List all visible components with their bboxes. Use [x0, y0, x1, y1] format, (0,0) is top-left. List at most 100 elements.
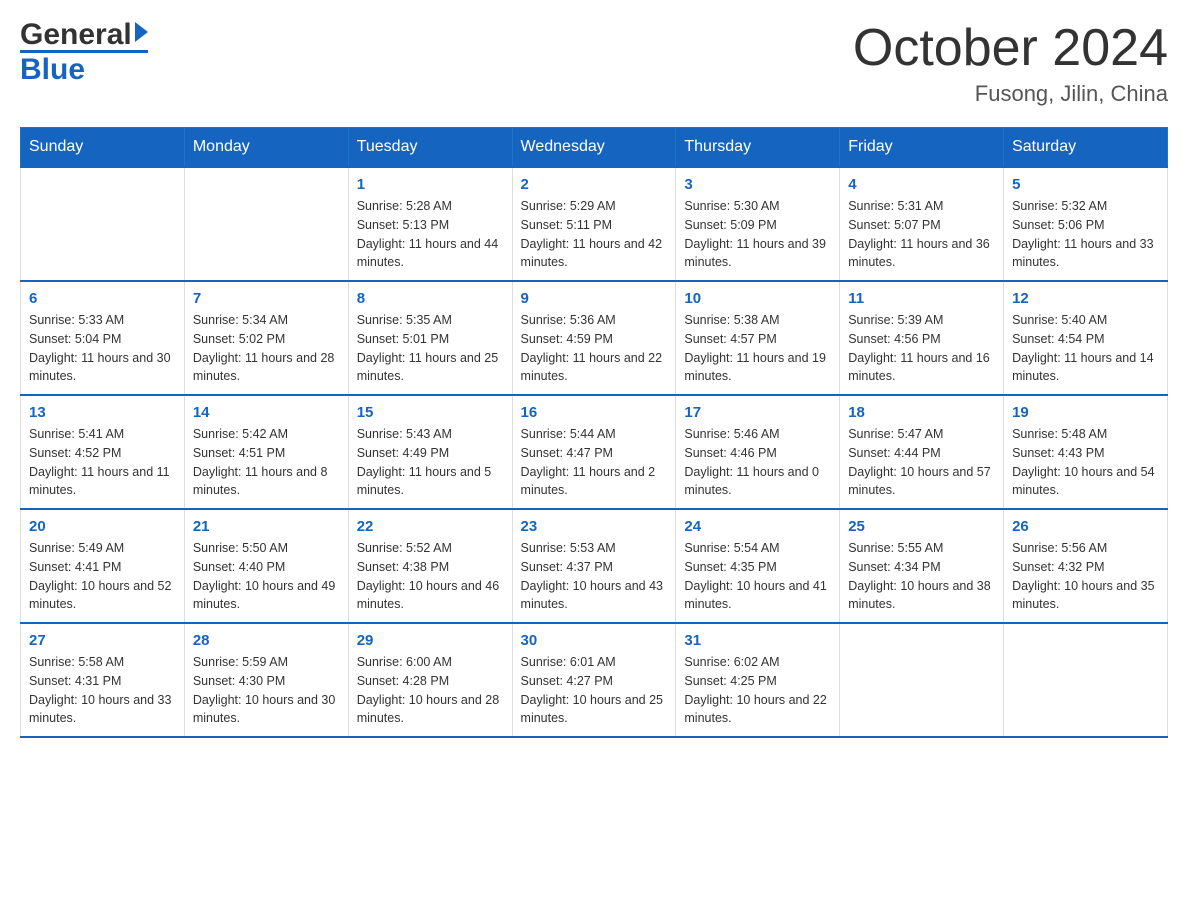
- calendar-week-row: 6 Sunrise: 5:33 AMSunset: 5:04 PMDaylight…: [21, 281, 1168, 395]
- day-number: 30: [521, 632, 668, 649]
- day-number: 13: [29, 404, 176, 421]
- page-header: General Blue October 2024 Fusong, Jilin,…: [20, 20, 1168, 107]
- day-info: Sunrise: 5:52 AMSunset: 4:38 PMDaylight:…: [357, 539, 504, 614]
- calendar-week-row: 1Sunrise: 5:28 AMSunset: 5:13 PMDaylight…: [21, 167, 1168, 281]
- calendar-cell: 9 Sunrise: 5:36 AMSunset: 4:59 PMDaylight…: [512, 281, 676, 395]
- calendar-cell: 23Sunrise: 5:53 AMSunset: 4:37 PMDayligh…: [512, 509, 676, 623]
- calendar-cell: 18 Sunrise: 5:47 AMSunset: 4:44 PMDayligh…: [840, 395, 1004, 509]
- day-info: Sunrise: 5:43 AMSunset: 4:49 PMDaylight:…: [357, 425, 504, 500]
- day-number: 27: [29, 632, 176, 649]
- calendar-cell: 16 Sunrise: 5:44 AMSunset: 4:47 PMDayligh…: [512, 395, 676, 509]
- day-info: Sunrise: 5:44 AMSunset: 4:47 PMDaylight:…: [521, 425, 668, 500]
- month-title: October 2024: [853, 20, 1168, 77]
- day-info: Sunrise: 5:48 AMSunset: 4:43 PMDaylight:…: [1012, 425, 1159, 500]
- calendar-cell: 21 Sunrise: 5:50 AMSunset: 4:40 PMDayligh…: [184, 509, 348, 623]
- day-info: Sunrise: 5:46 AMSunset: 4:46 PMDaylight:…: [684, 425, 831, 500]
- col-header-thursday: Thursday: [676, 128, 840, 168]
- day-number: 31: [684, 632, 831, 649]
- day-info: Sunrise: 6:01 AMSunset: 4:27 PMDaylight:…: [521, 653, 668, 728]
- day-info: Sunrise: 5:41 AMSunset: 4:52 PMDaylight:…: [29, 425, 176, 500]
- calendar-cell: 27 Sunrise: 5:58 AMSunset: 4:31 PMDayligh…: [21, 623, 185, 737]
- logo-triangle-icon: [135, 22, 148, 42]
- day-info: Sunrise: 5:40 AMSunset: 4:54 PMDaylight:…: [1012, 311, 1159, 386]
- day-info: Sunrise: 5:29 AMSunset: 5:11 PMDaylight:…: [521, 197, 668, 272]
- day-number: 17: [684, 404, 831, 421]
- col-header-monday: Monday: [184, 128, 348, 168]
- day-info: Sunrise: 5:50 AMSunset: 4:40 PMDaylight:…: [193, 539, 340, 614]
- day-number: 22: [357, 518, 504, 535]
- day-info: Sunrise: 5:58 AMSunset: 4:31 PMDaylight:…: [29, 653, 176, 728]
- calendar-cell: 22 Sunrise: 5:52 AMSunset: 4:38 PMDayligh…: [348, 509, 512, 623]
- calendar-cell: 30 Sunrise: 6:01 AMSunset: 4:27 PMDayligh…: [512, 623, 676, 737]
- calendar-cell: [184, 167, 348, 281]
- day-info: Sunrise: 5:33 AMSunset: 5:04 PMDaylight:…: [29, 311, 176, 386]
- day-number: 6: [29, 290, 176, 307]
- day-info: Sunrise: 5:36 AMSunset: 4:59 PMDaylight:…: [521, 311, 668, 386]
- col-header-wednesday: Wednesday: [512, 128, 676, 168]
- day-info: Sunrise: 5:54 AMSunset: 4:35 PMDaylight:…: [684, 539, 831, 614]
- calendar-cell: 11 Sunrise: 5:39 AMSunset: 4:56 PMDayligh…: [840, 281, 1004, 395]
- day-number: 5: [1012, 176, 1159, 193]
- day-number: 7: [193, 290, 340, 307]
- day-number: 15: [357, 404, 504, 421]
- day-number: 18: [848, 404, 995, 421]
- day-number: 25: [848, 518, 995, 535]
- day-number: 26: [1012, 518, 1159, 535]
- calendar-cell: [840, 623, 1004, 737]
- day-number: 28: [193, 632, 340, 649]
- day-number: 14: [193, 404, 340, 421]
- calendar-table: SundayMondayTuesdayWednesdayThursdayFrid…: [20, 127, 1168, 738]
- calendar-cell: 14Sunrise: 5:42 AMSunset: 4:51 PMDayligh…: [184, 395, 348, 509]
- day-number: 3: [684, 176, 831, 193]
- calendar-week-row: 13 Sunrise: 5:41 AMSunset: 4:52 PMDayligh…: [21, 395, 1168, 509]
- calendar-cell: 2 Sunrise: 5:29 AMSunset: 5:11 PMDaylight…: [512, 167, 676, 281]
- day-number: 8: [357, 290, 504, 307]
- calendar-header-row: SundayMondayTuesdayWednesdayThursdayFrid…: [21, 128, 1168, 168]
- calendar-cell: 3Sunrise: 5:30 AMSunset: 5:09 PMDaylight…: [676, 167, 840, 281]
- day-info: Sunrise: 5:56 AMSunset: 4:32 PMDaylight:…: [1012, 539, 1159, 614]
- calendar-cell: 29Sunrise: 6:00 AMSunset: 4:28 PMDayligh…: [348, 623, 512, 737]
- day-info: Sunrise: 5:34 AMSunset: 5:02 PMDaylight:…: [193, 311, 340, 386]
- location: Fusong, Jilin, China: [853, 81, 1168, 107]
- logo-general-word: General: [20, 20, 132, 50]
- calendar-cell: 1Sunrise: 5:28 AMSunset: 5:13 PMDaylight…: [348, 167, 512, 281]
- col-header-sunday: Sunday: [21, 128, 185, 168]
- calendar-cell: 25 Sunrise: 5:55 AMSunset: 4:34 PMDayligh…: [840, 509, 1004, 623]
- day-info: Sunrise: 5:47 AMSunset: 4:44 PMDaylight:…: [848, 425, 995, 500]
- day-info: Sunrise: 5:28 AMSunset: 5:13 PMDaylight:…: [357, 197, 504, 272]
- day-info: Sunrise: 5:55 AMSunset: 4:34 PMDaylight:…: [848, 539, 995, 614]
- day-number: 16: [521, 404, 668, 421]
- calendar-cell: 8 Sunrise: 5:35 AMSunset: 5:01 PMDaylight…: [348, 281, 512, 395]
- logo: General Blue: [20, 20, 148, 87]
- calendar-cell: 6 Sunrise: 5:33 AMSunset: 5:04 PMDaylight…: [21, 281, 185, 395]
- day-number: 4: [848, 176, 995, 193]
- day-info: Sunrise: 5:59 AMSunset: 4:30 PMDaylight:…: [193, 653, 340, 728]
- calendar-week-row: 20 Sunrise: 5:49 AMSunset: 4:41 PMDayligh…: [21, 509, 1168, 623]
- col-header-friday: Friday: [840, 128, 1004, 168]
- day-info: Sunrise: 5:32 AMSunset: 5:06 PMDaylight:…: [1012, 197, 1159, 272]
- calendar-cell: [1004, 623, 1168, 737]
- day-number: 20: [29, 518, 176, 535]
- day-number: 11: [848, 290, 995, 307]
- day-number: 10: [684, 290, 831, 307]
- logo-blue-word: Blue: [20, 53, 85, 86]
- calendar-week-row: 27 Sunrise: 5:58 AMSunset: 4:31 PMDayligh…: [21, 623, 1168, 737]
- day-number: 21: [193, 518, 340, 535]
- calendar-cell: 26 Sunrise: 5:56 AMSunset: 4:32 PMDayligh…: [1004, 509, 1168, 623]
- calendar-cell: 10 Sunrise: 5:38 AMSunset: 4:57 PMDayligh…: [676, 281, 840, 395]
- day-info: Sunrise: 5:38 AMSunset: 4:57 PMDaylight:…: [684, 311, 831, 386]
- calendar-cell: 28 Sunrise: 5:59 AMSunset: 4:30 PMDayligh…: [184, 623, 348, 737]
- calendar-cell: 19Sunrise: 5:48 AMSunset: 4:43 PMDayligh…: [1004, 395, 1168, 509]
- calendar-cell: 20 Sunrise: 5:49 AMSunset: 4:41 PMDayligh…: [21, 509, 185, 623]
- day-number: 9: [521, 290, 668, 307]
- calendar-cell: [21, 167, 185, 281]
- day-number: 24: [684, 518, 831, 535]
- day-info: Sunrise: 5:39 AMSunset: 4:56 PMDaylight:…: [848, 311, 995, 386]
- day-info: Sunrise: 5:49 AMSunset: 4:41 PMDaylight:…: [29, 539, 176, 614]
- day-info: Sunrise: 5:35 AMSunset: 5:01 PMDaylight:…: [357, 311, 504, 386]
- day-number: 12: [1012, 290, 1159, 307]
- day-info: Sunrise: 6:02 AMSunset: 4:25 PMDaylight:…: [684, 653, 831, 728]
- day-number: 2: [521, 176, 668, 193]
- day-info: Sunrise: 5:31 AMSunset: 5:07 PMDaylight:…: [848, 197, 995, 272]
- calendar-cell: 4 Sunrise: 5:31 AMSunset: 5:07 PMDaylight…: [840, 167, 1004, 281]
